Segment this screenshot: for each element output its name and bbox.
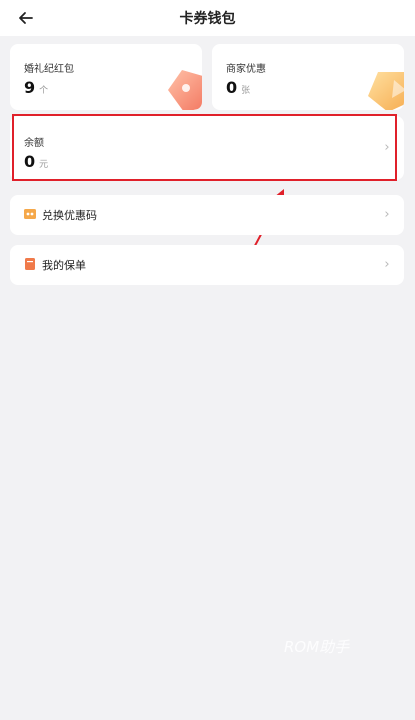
- wedding-redpacket-count: 9个: [24, 78, 48, 97]
- policy-icon: [25, 258, 35, 270]
- merchant-discount-value: 0: [226, 78, 238, 97]
- page-title: 卡券钱包: [179, 11, 236, 27]
- wedding-redpacket-label: 婚礼纪红包: [24, 64, 74, 75]
- redeem-code-label: 兑换优惠码: [42, 209, 97, 222]
- coupon-code-icon: [24, 209, 36, 219]
- wedding-redpacket-value: 9: [24, 78, 36, 97]
- wedding-redpacket-unit: 个: [39, 86, 49, 96]
- redeem-code-row[interactable]: 兑换优惠码 ›: [10, 195, 404, 235]
- my-policy-row[interactable]: 我的保单 ›: [10, 245, 404, 285]
- coupon-tag-icon: [368, 72, 404, 110]
- watermark: ROM助手: [284, 638, 350, 656]
- merchant-discount-count: 0张: [226, 78, 250, 97]
- merchant-discount-label: 商家优惠: [226, 64, 266, 75]
- merchant-discount-unit: 张: [241, 86, 251, 96]
- merchant-discount-card[interactable]: 商家优惠 0张: [212, 44, 404, 110]
- highlight-box: [12, 114, 397, 181]
- chevron-right-icon: ›: [384, 207, 390, 222]
- top-bar: 卡券钱包: [0, 0, 415, 36]
- chevron-right-icon: ›: [384, 257, 390, 272]
- my-policy-label: 我的保单: [42, 259, 86, 272]
- red-packet-tag-icon: [168, 70, 202, 110]
- wedding-redpacket-card[interactable]: 婚礼纪红包 9个: [10, 44, 202, 110]
